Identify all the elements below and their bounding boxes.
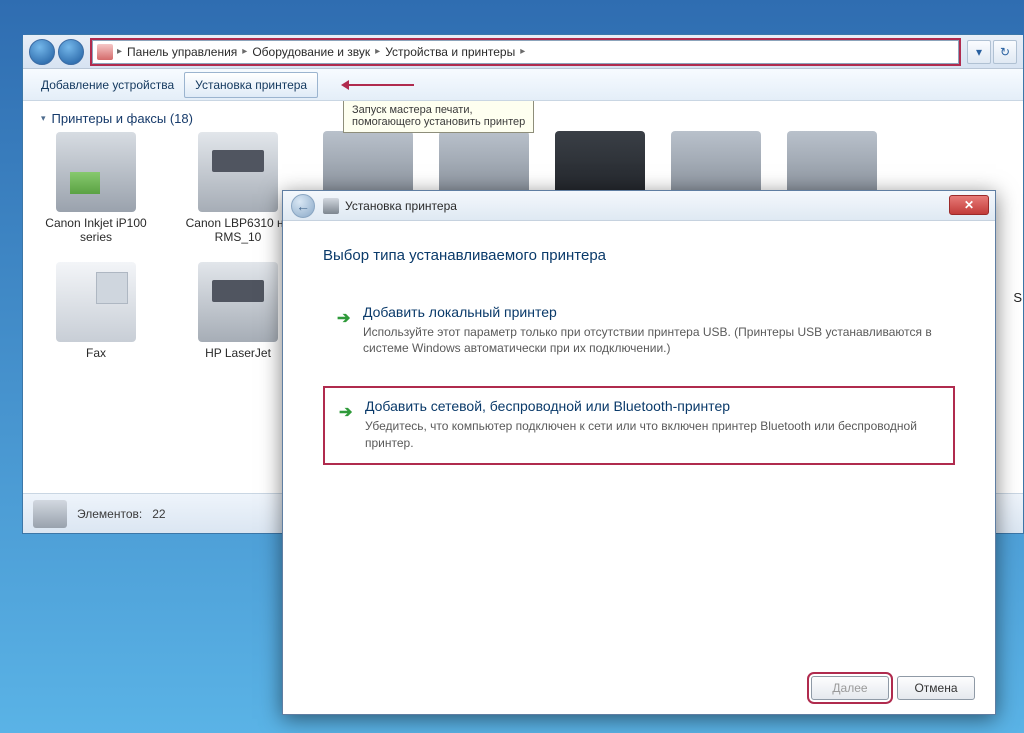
wizard-button-row: Далее Отмена <box>811 676 975 700</box>
inkjet-printer-icon <box>56 132 136 212</box>
fax-icon <box>56 262 136 342</box>
next-button[interactable]: Далее <box>811 676 889 700</box>
devices-summary-icon <box>33 500 67 528</box>
option-title: Добавить локальный принтер <box>363 304 939 320</box>
status-label: Элементов: <box>77 507 142 521</box>
annotation-highlight-breadcrumb: ▸ Панель управления ▸ Оборудование и зву… <box>90 38 961 66</box>
option-add-local-printer[interactable]: ➔ Добавить локальный принтер Используйте… <box>323 294 955 368</box>
device-label: HP LaserJet <box>205 346 271 360</box>
command-bar: Добавление устройства Установка принтера <box>23 69 1023 101</box>
device-label: Fax <box>86 346 106 360</box>
explorer-nav-bar: ▸ Панель управления ▸ Оборудование и зву… <box>23 35 1023 69</box>
device-hp-laserjet[interactable]: HP LaserJet <box>183 262 293 360</box>
device-canon-inkjet[interactable]: Canon Inkjet iP100 series <box>41 132 151 244</box>
add-printer-button[interactable]: Установка принтера <box>184 72 318 98</box>
breadcrumb-seg-control-panel[interactable]: Панель управления <box>122 45 242 59</box>
arrow-right-icon: ➔ <box>339 402 352 422</box>
arrow-right-icon: ➔ <box>337 308 350 328</box>
breadcrumb[interactable]: ▸ Панель управления ▸ Оборудование и зву… <box>92 40 959 64</box>
device-canon-lbp6310[interactable]: Canon LBP6310 на RMS_10 <box>183 132 293 244</box>
tooltip-line2: помогающего установить принтер <box>352 116 525 128</box>
back-button[interactable] <box>29 39 55 65</box>
annotation-arrow <box>344 84 414 86</box>
close-button[interactable]: ✕ <box>949 195 989 215</box>
forward-button[interactable] <box>58 39 84 65</box>
control-panel-icon <box>97 44 113 60</box>
chevron-right-icon: ▸ <box>520 46 525 57</box>
breadcrumb-seg-devices[interactable]: Устройства и принтеры <box>380 45 520 59</box>
device-label: Canon LBP6310 на RMS_10 <box>183 216 293 244</box>
add-printer-wizard: ← Установка принтера ✕ Выбор типа устана… <box>282 190 996 715</box>
laser-printer-icon <box>198 262 278 342</box>
laser-printer-icon <box>198 132 278 212</box>
collapse-triangle-icon: ▾ <box>41 113 46 124</box>
wizard-title: Установка принтера <box>345 199 457 213</box>
option-add-network-printer[interactable]: ➔ Добавить сетевой, беспроводной или Blu… <box>323 386 955 464</box>
nav-buttons <box>29 39 84 65</box>
tooltip-line1: Запуск мастера печати, <box>352 104 525 116</box>
add-device-button[interactable]: Добавление устройства <box>31 73 184 97</box>
truncated-edge-text: S <box>1013 290 1022 305</box>
breadcrumb-seg-hardware[interactable]: Оборудование и звук <box>247 45 375 59</box>
option-description: Убедитесь, что компьютер подключен к сет… <box>365 418 937 450</box>
address-controls: ▾ ↻ <box>967 40 1017 64</box>
device-fax[interactable]: Fax <box>41 262 151 360</box>
status-count: 22 <box>152 507 165 521</box>
option-description: Используйте этот параметр только при отс… <box>363 324 939 356</box>
section-title: Принтеры и факсы (18) <box>52 111 193 126</box>
printer-icon <box>323 198 339 214</box>
wizard-title-bar[interactable]: ← Установка принтера ✕ <box>283 191 995 221</box>
dropdown-history-button[interactable]: ▾ <box>967 40 991 64</box>
tooltip: Запуск мастера печати, помогающего устан… <box>343 101 534 133</box>
wizard-back-button[interactable]: ← <box>291 194 315 218</box>
wizard-body: Выбор типа устанавливаемого принтера ➔ Д… <box>283 221 995 465</box>
wizard-heading: Выбор типа устанавливаемого принтера <box>323 247 955 264</box>
device-label: Canon Inkjet iP100 series <box>41 216 151 244</box>
refresh-button[interactable]: ↻ <box>993 40 1017 64</box>
option-title: Добавить сетевой, беспроводной или Bluet… <box>365 398 937 414</box>
cancel-button[interactable]: Отмена <box>897 676 975 700</box>
